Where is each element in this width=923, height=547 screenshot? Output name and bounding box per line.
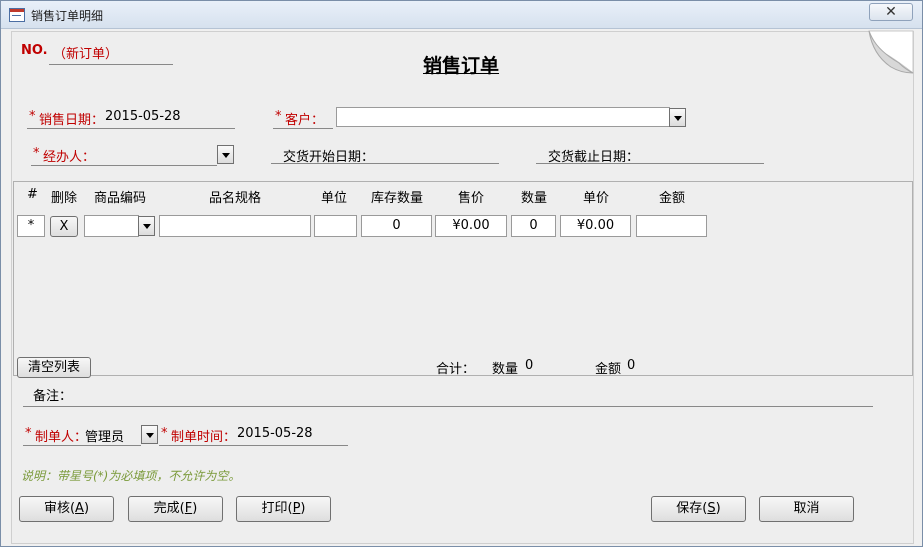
customer-label: 客户： — [285, 113, 325, 128]
maker-dropdown-icon[interactable] — [141, 425, 158, 444]
column-header: # — [27, 187, 38, 202]
delivery-end-label: 交货截止日期： — [548, 150, 640, 165]
required-star: * — [275, 109, 282, 124]
handler-field[interactable]: * 经办人： — [31, 146, 217, 166]
total-amount-value: 0 — [627, 358, 636, 373]
make-time-value: 2015-05-28 — [237, 426, 313, 441]
clear-list-button[interactable]: 清空列表 — [17, 357, 91, 378]
column-header: 单价 — [583, 191, 610, 206]
qty-input[interactable]: 0 — [511, 215, 556, 237]
unit-price-input[interactable]: ¥0.00 — [560, 215, 631, 237]
window-title: 销售订单明细 — [31, 9, 104, 23]
handler-dropdown-icon[interactable] — [217, 145, 234, 164]
make-time-label: 制单时间： — [171, 430, 237, 445]
delivery-end-field[interactable]: 交货截止日期： — [536, 146, 764, 165]
total-qty-value: 0 — [525, 358, 534, 373]
cancel-button[interactable]: 取消 — [759, 496, 854, 522]
totals-label: 合计： — [436, 362, 476, 377]
new-row-marker: * — [17, 215, 45, 237]
unit-input[interactable] — [314, 215, 357, 237]
product-code-dropdown-icon[interactable] — [138, 216, 155, 236]
column-header: 售价 — [458, 191, 485, 206]
order-no-value: （新订单） — [49, 43, 173, 65]
customer-combo[interactable] — [336, 107, 670, 127]
customer-label-box: * 客户： — [273, 109, 333, 129]
sale-date-field[interactable]: * 销售日期： 2015-05-28 — [27, 109, 235, 129]
sale-date-label: 销售日期： — [39, 113, 105, 128]
close-button[interactable]: ✕ — [869, 3, 913, 21]
order-no-label: NO. — [21, 43, 48, 58]
delivery-start-field[interactable]: 交货开始日期： — [271, 146, 499, 165]
required-star: * — [33, 146, 40, 161]
required-star: * — [29, 109, 36, 124]
print-button[interactable]: 打印(P) — [236, 496, 331, 522]
title-bar: 销售订单明细 ✕ — [1, 1, 922, 29]
order-lines-grid — [13, 181, 913, 376]
column-header: 删除 — [51, 191, 78, 206]
maker-value: 管理员 — [85, 430, 125, 445]
maker-field[interactable]: * 制单人： 管理员 — [23, 426, 141, 446]
required-star: * — [25, 426, 32, 441]
finish-button[interactable]: 完成(F) — [128, 496, 223, 522]
save-button[interactable]: 保存(S) — [651, 496, 746, 522]
remark-field[interactable]: 备注： — [23, 385, 873, 407]
sale-date-value: 2015-05-28 — [105, 109, 181, 124]
product-name-input[interactable] — [159, 215, 311, 237]
amount-input[interactable] — [636, 215, 707, 237]
handler-label: 经办人： — [43, 150, 96, 165]
required-note: 说明：带星号(*)为必填项，不允许为空。 — [21, 469, 241, 483]
customer-dropdown-icon[interactable] — [669, 108, 686, 127]
make-time-field[interactable]: * 制单时间： 2015-05-28 — [159, 426, 348, 446]
product-code-combo[interactable] — [84, 215, 139, 237]
column-header: 品名规格 — [209, 191, 262, 206]
total-amount-label: 金额 — [595, 362, 622, 377]
column-header: 商品编码 — [94, 191, 147, 206]
delivery-start-label: 交货开始日期： — [283, 150, 375, 165]
column-header: 金额 — [659, 191, 686, 206]
column-header: 数量 — [521, 191, 548, 206]
page-curl-icon — [868, 30, 914, 75]
form-title: 销售订单 — [423, 55, 500, 77]
form-icon — [9, 8, 25, 22]
delete-row-button[interactable]: X — [50, 216, 78, 237]
audit-button[interactable]: 审核(A) — [19, 496, 114, 522]
column-header: 库存数量 — [371, 191, 424, 206]
maker-label: 制单人： — [35, 430, 88, 445]
stock-qty-input[interactable]: 0 — [361, 215, 432, 237]
remark-label: 备注： — [33, 389, 73, 404]
required-star: * — [161, 426, 168, 441]
total-qty-label: 数量 — [492, 362, 519, 377]
sale-price-input[interactable]: ¥0.00 — [435, 215, 507, 237]
column-header: 单位 — [321, 191, 348, 206]
app-window: 销售订单明细 ✕ NO. （新订单） 销售订单 * 销售日期： 2015-05-… — [0, 0, 923, 547]
